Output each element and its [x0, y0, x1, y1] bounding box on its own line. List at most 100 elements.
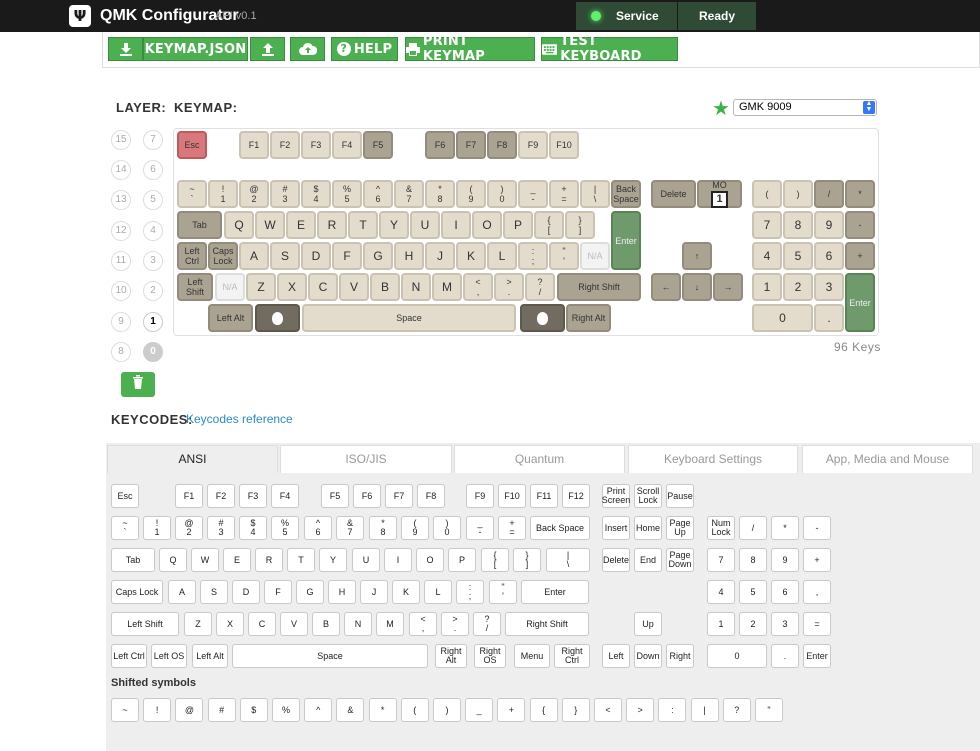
- keycode-key[interactable]: ? /: [473, 612, 501, 636]
- keymap-key[interactable]: V: [339, 273, 369, 301]
- keymap-key[interactable]: J: [425, 242, 455, 270]
- keymap-key[interactable]: :;: [518, 242, 548, 270]
- keycode-key[interactable]: 2: [739, 612, 767, 636]
- keymap-key[interactable]: L: [487, 242, 517, 270]
- shifted-symbol-key[interactable]: ): [433, 698, 461, 722]
- keycode-key[interactable]: W: [191, 548, 219, 572]
- keycode-key[interactable]: Home: [634, 516, 662, 540]
- layer-8-button[interactable]: 8: [111, 342, 131, 362]
- keycode-key[interactable]: F2: [207, 484, 235, 508]
- shifted-symbol-key[interactable]: }: [561, 698, 590, 722]
- keymap-key[interactable]: Space: [302, 304, 516, 332]
- keycode-key[interactable]: S: [200, 580, 228, 604]
- keycode-key[interactable]: Left Alt: [192, 644, 228, 668]
- keycode-key[interactable]: Insert: [602, 516, 630, 540]
- keycode-key[interactable]: .: [771, 644, 799, 668]
- keymap-key[interactable]: E: [286, 211, 316, 239]
- keycode-key[interactable]: #3: [207, 516, 235, 540]
- keymap-key[interactable]: N/A: [580, 242, 610, 270]
- keymap-key[interactable]: F8: [487, 131, 517, 159]
- keymap-key[interactable]: Enter: [845, 273, 875, 332]
- keycode-key[interactable]: <,: [409, 612, 437, 636]
- keycode-key[interactable]: Y: [319, 548, 347, 572]
- keycode-key[interactable]: ^ 6: [304, 516, 332, 540]
- keycode-key[interactable]: C: [248, 612, 276, 636]
- keycode-key[interactable]: Tab: [111, 548, 155, 572]
- layer-15-button[interactable]: 15: [111, 130, 131, 150]
- keymap-key[interactable]: ? /: [525, 273, 555, 301]
- keymap-key[interactable]: F7: [456, 131, 486, 159]
- keycode-key[interactable]: ) 0: [433, 516, 461, 540]
- keycode-key[interactable]: >.: [441, 612, 469, 636]
- keymap-key[interactable]: Caps Lock: [208, 242, 238, 270]
- keymap-key[interactable]: F10: [549, 131, 579, 159]
- keymap-key[interactable]: <,: [463, 273, 493, 301]
- keycode-key[interactable]: J: [360, 580, 388, 604]
- keycode-key[interactable]: Space: [232, 644, 428, 668]
- clear-keymap-button[interactable]: [121, 372, 155, 397]
- keymap-key[interactable]: ←: [651, 273, 681, 301]
- keymap-key[interactable]: A: [239, 242, 269, 270]
- keycode-key[interactable]: Page Up: [666, 516, 694, 540]
- keycode-key[interactable]: $4: [239, 516, 267, 540]
- keycode-key[interactable]: 3: [771, 612, 799, 636]
- keycode-key[interactable]: Up: [634, 612, 662, 636]
- keycode-key[interactable]: =: [803, 612, 831, 636]
- keycodes-reference-link[interactable]: Keycodes reference: [186, 412, 293, 426]
- tab-app-media-and-mouse[interactable]: App, Media and Mouse: [802, 445, 973, 473]
- keycode-key[interactable]: Enter: [803, 644, 831, 668]
- keymap-key[interactable]: F9: [518, 131, 548, 159]
- download-button[interactable]: [108, 37, 143, 61]
- keycode-key[interactable]: Caps Lock: [111, 580, 163, 604]
- keymap-key[interactable]: 4: [752, 242, 782, 270]
- keycode-key[interactable]: F9: [466, 484, 494, 508]
- keycode-key[interactable]: + =: [498, 516, 526, 540]
- layer-3-button[interactable]: 3: [143, 251, 163, 271]
- layer-6-button[interactable]: 6: [143, 160, 163, 180]
- shifted-symbol-key[interactable]: @: [175, 698, 204, 722]
- keymap-key[interactable]: ~ `: [177, 180, 207, 208]
- keymap-key[interactable]: U: [410, 211, 440, 239]
- keycode-key[interactable]: V: [280, 612, 308, 636]
- keymap-key[interactable]: K: [456, 242, 486, 270]
- keymap-key[interactable]: 5: [783, 242, 813, 270]
- keymap-key[interactable]: {[: [534, 211, 564, 239]
- help-button[interactable]: ? HELP: [331, 37, 398, 61]
- shifted-symbol-key[interactable]: >: [626, 698, 655, 722]
- keycode-key[interactable]: 1: [707, 612, 735, 636]
- keymap-json-button[interactable]: KEYMAP.JSON: [143, 37, 248, 61]
- keymap-key[interactable]: I: [441, 211, 471, 239]
- keymap-key[interactable]: $4: [301, 180, 331, 208]
- keycode-key[interactable]: 9: [771, 548, 799, 572]
- keycode-key[interactable]: Left Ctrl: [111, 644, 147, 668]
- keycode-key[interactable]: Print Screen: [602, 484, 630, 508]
- layer-10-button[interactable]: 10: [111, 281, 131, 301]
- keymap-key[interactable]: ^ 6: [363, 180, 393, 208]
- keymap-key[interactable]: (: [752, 180, 782, 208]
- keymap-key[interactable]: D: [301, 242, 331, 270]
- keycode-key[interactable]: F8: [417, 484, 445, 508]
- keycode-key[interactable]: @2: [175, 516, 203, 540]
- shifted-symbol-key[interactable]: ~: [111, 698, 139, 722]
- keymap-key[interactable]: >.: [494, 273, 524, 301]
- keymap-key[interactable]: ) 0: [487, 180, 517, 208]
- shifted-symbol-key[interactable]: #: [207, 698, 236, 722]
- keycode-key[interactable]: Right Alt: [435, 644, 467, 668]
- keymap-key[interactable]: & 7: [394, 180, 424, 208]
- keycode-key[interactable]: I: [384, 548, 412, 572]
- shifted-symbol-key[interactable]: ?: [722, 698, 751, 722]
- keymap-key[interactable]: MO 1: [697, 180, 742, 208]
- keymap-key[interactable]: →: [713, 273, 743, 301]
- keycode-key[interactable]: Left: [602, 644, 630, 668]
- keymap-key[interactable]: F3: [301, 131, 331, 159]
- keymap-key[interactable]: @2: [239, 180, 269, 208]
- keymap-key[interactable]: +: [845, 242, 875, 270]
- keycode-key[interactable]: E: [223, 548, 251, 572]
- keymap-key[interactable]: S: [270, 242, 300, 270]
- layer-4-button[interactable]: 4: [143, 221, 163, 241]
- shifted-symbol-key[interactable]: $: [239, 698, 268, 722]
- keymap-key[interactable]: H: [394, 242, 424, 270]
- shifted-symbol-key[interactable]: ^: [304, 698, 333, 722]
- keycode-key[interactable]: O: [416, 548, 444, 572]
- keycode-key[interactable]: Left OS: [151, 644, 187, 668]
